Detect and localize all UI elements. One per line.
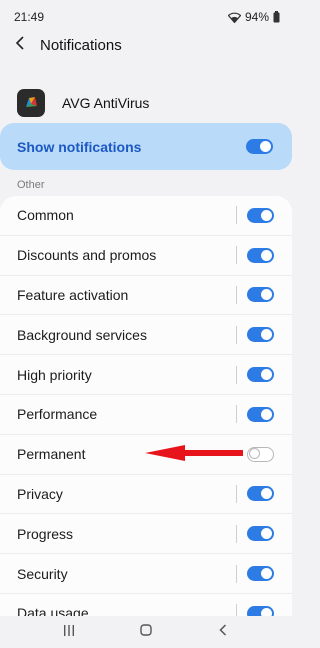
category-row[interactable]: Permanent <box>0 435 292 475</box>
category-label: Performance <box>17 406 98 423</box>
category-toggle[interactable] <box>247 486 274 502</box>
category-toggle[interactable] <box>247 247 274 263</box>
category-toggle[interactable] <box>247 327 274 343</box>
category-label: High priority <box>17 366 92 383</box>
category-row[interactable]: Feature activation <box>0 276 292 316</box>
category-toggle[interactable] <box>247 207 274 223</box>
show-notifications-label: Show notifications <box>17 138 142 155</box>
battery-icon <box>273 11 280 23</box>
category-label: Data usage <box>17 605 89 616</box>
category-row[interactable]: Background services <box>0 315 292 356</box>
status-icons: 94% <box>227 10 280 24</box>
back-button[interactable] <box>0 30 40 60</box>
divider <box>236 524 237 543</box>
category-row[interactable]: Data usage <box>0 594 292 616</box>
category-controls <box>236 524 274 543</box>
avg-logo-icon <box>17 89 45 117</box>
category-toggle[interactable] <box>247 446 274 462</box>
category-label: Security <box>17 565 68 582</box>
category-controls <box>236 246 274 265</box>
category-row[interactable]: Progress <box>0 514 292 555</box>
battery-percent: 94% <box>244 10 269 24</box>
category-row[interactable]: Discounts and promos <box>0 236 292 276</box>
category-label: Progress <box>17 525 74 542</box>
category-controls <box>247 446 274 462</box>
category-toggle[interactable] <box>247 605 274 616</box>
nav-back-button[interactable] <box>203 617 243 647</box>
wifi-icon <box>227 12 241 23</box>
category-row[interactable]: High priority <box>0 355 292 395</box>
recents-icon <box>63 623 75 641</box>
status-time: 21:49 <box>14 10 45 24</box>
divider <box>236 604 237 616</box>
app-row: AVG AntiVirus <box>0 86 292 120</box>
divider <box>236 405 237 424</box>
divider <box>236 285 237 304</box>
page-title: Notifications <box>40 36 122 54</box>
category-controls <box>236 484 274 503</box>
home-icon <box>140 623 152 641</box>
back-arrow-icon <box>15 35 25 55</box>
category-controls <box>236 604 274 616</box>
divider <box>236 246 237 265</box>
category-label: Common <box>17 207 74 224</box>
category-toggle[interactable] <box>247 526 274 542</box>
category-controls <box>236 206 274 225</box>
show-notifications-row[interactable]: Show notifications <box>0 123 292 170</box>
category-label: Feature activation <box>17 286 129 303</box>
show-notifications-toggle[interactable] <box>246 139 273 154</box>
home-button[interactable] <box>126 617 166 647</box>
category-label: Privacy <box>17 485 63 502</box>
category-toggle[interactable] <box>247 367 274 383</box>
categories-list: Common Discounts and promos Feature activa… <box>0 196 292 616</box>
app-name: AVG AntiVirus <box>62 95 150 111</box>
category-row[interactable]: Security <box>0 554 292 594</box>
category-label: Background services <box>17 326 147 343</box>
category-label: Discounts and promos <box>17 247 157 264</box>
category-row[interactable]: Common <box>0 196 292 236</box>
section-label: Other <box>17 179 45 191</box>
category-toggle[interactable] <box>247 287 274 303</box>
divider <box>236 564 237 583</box>
category-label: Permanent <box>17 446 86 463</box>
nav-back-icon <box>219 623 227 641</box>
divider <box>236 365 237 384</box>
category-row[interactable]: Performance <box>0 395 292 435</box>
navigation-bar <box>0 616 292 648</box>
category-toggle[interactable] <box>247 406 274 422</box>
category-controls <box>236 285 274 304</box>
header: Notifications <box>0 30 292 60</box>
category-controls <box>236 564 274 583</box>
category-controls <box>236 365 274 384</box>
divider <box>236 325 237 344</box>
category-row[interactable]: Privacy <box>0 475 292 515</box>
divider <box>236 484 237 503</box>
divider <box>236 206 237 225</box>
recents-button[interactable] <box>49 617 89 647</box>
category-toggle[interactable] <box>247 566 274 582</box>
status-bar: 21:49 94% <box>0 0 292 34</box>
category-controls <box>236 405 274 424</box>
category-controls <box>236 325 274 344</box>
